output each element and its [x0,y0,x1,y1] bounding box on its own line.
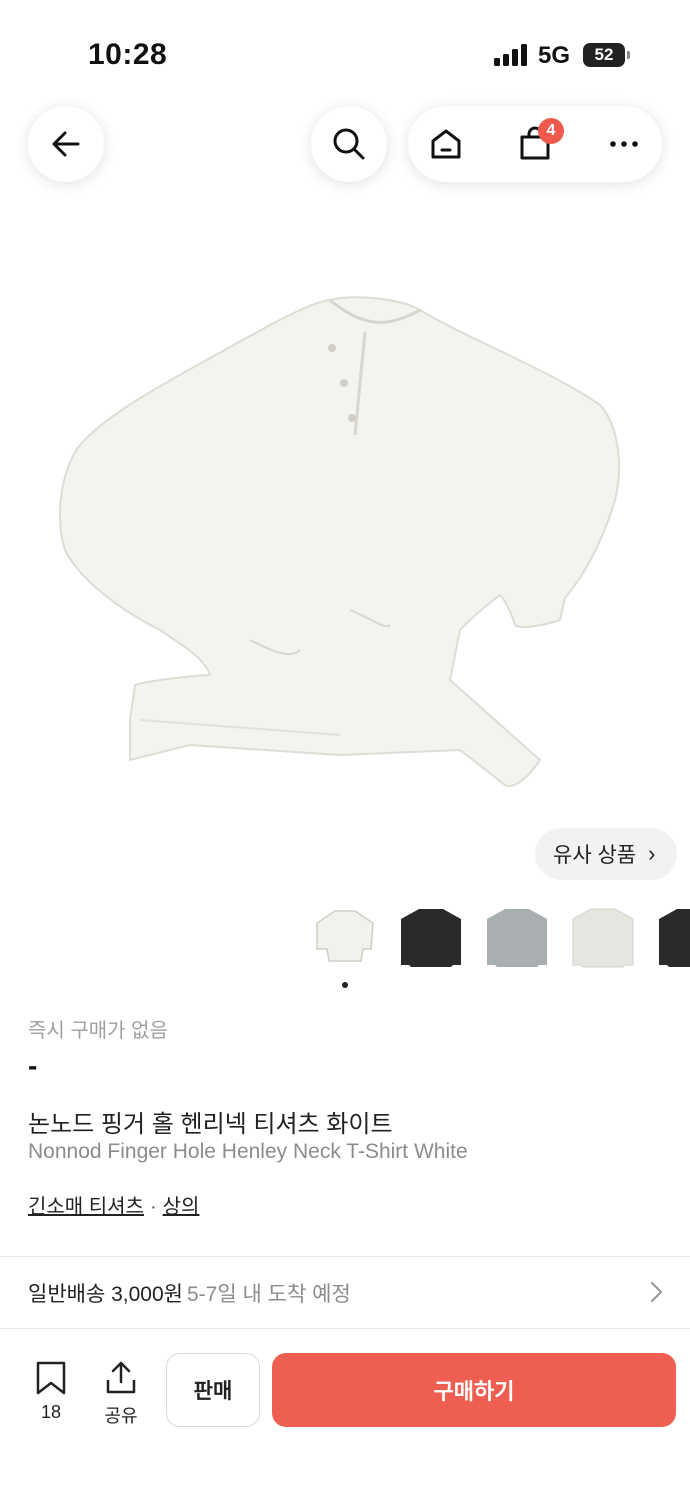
category-separator: · [149,1196,157,1218]
sell-button[interactable]: 판매 [166,1353,260,1427]
shipping-label: 일반배송 3,000원 [28,1283,183,1306]
shirt-icon [487,909,547,967]
chevron-right-icon [650,1281,663,1303]
back-button[interactable] [28,106,104,182]
thumbnail-4[interactable] [568,902,638,972]
thumbnail-3[interactable] [482,902,552,972]
status-bar: 10:28 5G 52 [0,0,690,100]
more-button[interactable] [586,106,662,182]
chevron-right-icon: › [648,841,656,866]
status-time: 10:28 [88,38,168,71]
share-button[interactable]: 공유 [98,1360,144,1430]
shipping-eta: 5-7일 내 도착 예정 [187,1283,351,1306]
shirt-icon [659,909,690,967]
home-button[interactable] [408,106,484,182]
divider [0,1256,690,1257]
signal-icon [494,44,527,66]
product-title: 논노드 핑거 홀 헨리넥 티셔츠 화이트 [28,1111,393,1138]
category-link-long-sleeve[interactable]: 긴소매 티셔츠 [28,1196,144,1218]
bookmark-icon [36,1361,66,1395]
instant-purchase-label: 즉시 구매가 없음 [28,1020,168,1042]
divider [0,1328,690,1329]
shirt-icon [572,908,634,968]
cart-button[interactable] [497,106,573,182]
shipping-info[interactable]: 일반배송 3,000원 5-7일 내 도착 예정 [28,1278,351,1308]
more-icon [610,141,638,147]
shirt-icon [316,910,374,962]
back-arrow-icon [52,131,80,157]
shirt-icon [401,909,461,967]
product-subtitle: Nonnod Finger Hole Henley Neck T-Shirt W… [28,1140,468,1163]
product-image[interactable] [40,280,650,820]
category-link-tops[interactable]: 상의 [163,1196,200,1218]
thumbnail-2[interactable] [396,902,466,972]
gallery-page-indicator [342,982,348,988]
battery-icon: 52 [583,43,630,67]
network-label: 5G [538,42,571,69]
similar-items-button[interactable]: 유사 상품 › [535,828,677,880]
category-breadcrumb: 긴소매 티셔츠 · 상의 [28,1190,199,1219]
buy-button[interactable]: 구매하기 [272,1353,676,1427]
thumbnail-1[interactable] [310,902,380,972]
search-icon [333,128,365,160]
thumbnail-5[interactable] [654,902,690,972]
similar-items-label: 유사 상품 [553,844,637,867]
bookmark-count: 18 [40,1402,62,1422]
price: - [28,1050,38,1081]
share-icon [106,1361,136,1394]
home-icon [431,129,461,159]
nav-action-group [408,106,662,182]
search-button[interactable] [311,106,387,182]
bookmark-button[interactable]: 18 [28,1360,74,1430]
cart-count-badge: 4 [538,118,564,144]
share-label: 공유 [104,1406,138,1426]
